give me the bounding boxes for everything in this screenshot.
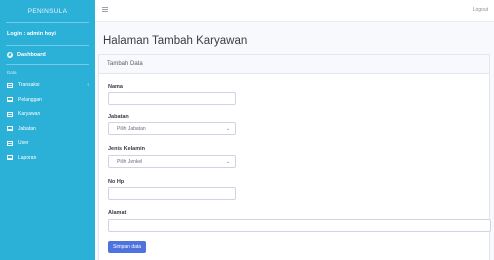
sidebar-item-label: Pelanggan xyxy=(18,96,42,103)
sidebar-item-label: Laporan xyxy=(18,154,37,161)
sidebar-item-karyawan[interactable]: Karyawan xyxy=(0,107,95,122)
jabatan-selected-value: Pilih Jabatan xyxy=(117,125,146,132)
no-hp-input[interactable] xyxy=(108,187,236,200)
table-icon xyxy=(7,140,13,146)
logout-link[interactable]: Logout xyxy=(473,7,488,13)
jabatan-select[interactable]: Pilih Jabatan ⌄ xyxy=(108,122,236,135)
no-hp-label: No Hp xyxy=(108,179,125,185)
page-title: Halaman Tambah Karyawan xyxy=(103,35,248,47)
table-icon xyxy=(7,97,13,103)
table-icon xyxy=(7,155,13,161)
sidebar-item-dashboard[interactable]: Dashboard xyxy=(0,46,95,64)
sidebar-item-laporan[interactable]: Laporan xyxy=(0,151,95,166)
sidebar: PENINSULA Login : admin hoyi Dashboard D… xyxy=(0,0,95,260)
table-icon xyxy=(7,111,13,117)
sidebar-item-transaksi[interactable]: Transaksi ‹ xyxy=(0,78,95,93)
sidebar-item-pelanggan[interactable]: Pelanggan xyxy=(0,93,95,108)
jenis-kelamin-selected-value: Pilih Jenkel xyxy=(117,158,143,165)
table-icon xyxy=(7,82,13,88)
alamat-input[interactable] xyxy=(108,219,491,232)
sidebar-item-label: User xyxy=(18,140,29,147)
nama-label: Nama xyxy=(108,84,123,90)
sidebar-item-label: Karyawan xyxy=(18,111,41,118)
nama-input[interactable] xyxy=(108,92,236,105)
jenis-kelamin-select[interactable]: Pilih Jenkel ⌄ xyxy=(108,155,236,168)
sidebar-section-label: Data xyxy=(7,70,17,75)
jenis-kelamin-label: Jenis Kelamin xyxy=(108,146,145,152)
save-button[interactable]: Simpan data xyxy=(108,241,147,253)
card-header: Tambah Data xyxy=(99,55,489,74)
alamat-label: Alamat xyxy=(108,210,127,216)
sidebar-item-label: Dashboard xyxy=(17,52,46,58)
dashboard-icon xyxy=(7,52,13,58)
form-card: Tambah Data Nama Jabatan Pilih Jabatan ⌄… xyxy=(98,54,491,260)
sidebar-item-jabatan[interactable]: Jabatan xyxy=(0,122,95,137)
chevron-left-icon: ‹ xyxy=(87,82,89,88)
table-icon xyxy=(7,126,13,132)
chevron-down-icon: ⌄ xyxy=(225,126,230,132)
topbar: Logout xyxy=(95,0,494,22)
brand-logo-text[interactable]: PENINSULA xyxy=(0,0,95,22)
chevron-down-icon: ⌄ xyxy=(225,159,230,165)
hamburger-menu-icon[interactable] xyxy=(102,7,108,12)
sidebar-item-label: Transaksi xyxy=(18,82,40,89)
sidebar-item-user[interactable]: User xyxy=(0,136,95,151)
jabatan-label: Jabatan xyxy=(108,114,129,120)
sidebar-item-label: Jabatan xyxy=(18,125,36,132)
login-status: Login : admin hoyi xyxy=(7,31,56,37)
